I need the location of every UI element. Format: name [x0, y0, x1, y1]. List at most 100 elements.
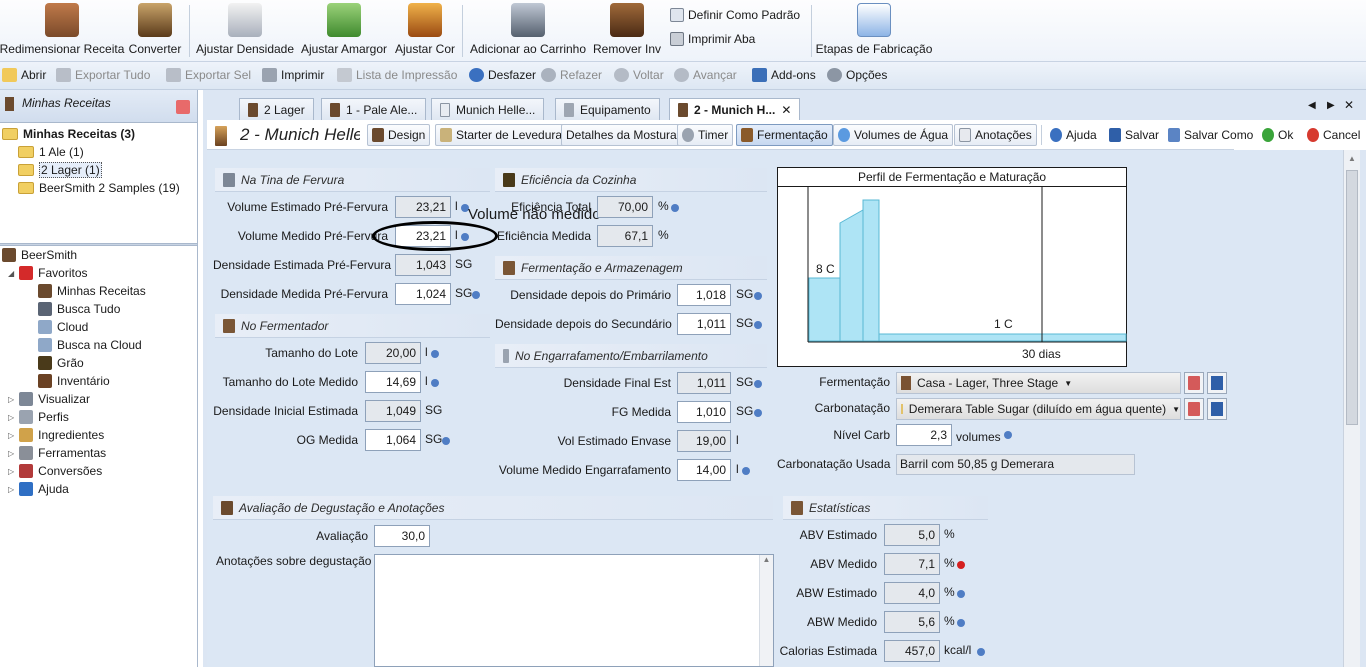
edit-profile-icon[interactable]	[1184, 372, 1204, 394]
info-dot-icon[interactable]	[671, 204, 679, 212]
info-dot-icon[interactable]	[754, 380, 762, 388]
mash-details-button[interactable]: Detalhes da Mostura	[561, 124, 682, 146]
info-dot-icon[interactable]	[431, 350, 439, 358]
tab-2-lager[interactable]: 2 Lager	[239, 98, 314, 120]
timer-button[interactable]: Timer	[677, 124, 734, 146]
info-dot-icon[interactable]	[754, 409, 762, 417]
rating-field[interactable]: 30,0	[374, 525, 430, 547]
brew-steps-button[interactable]: Etapas de Fabricação	[816, 0, 932, 60]
tree-expander-icon[interactable]: ◢	[8, 269, 14, 278]
redo-button[interactable]: Refazer	[541, 68, 602, 82]
close-all-tabs-icon[interactable]: ✕	[1344, 98, 1354, 112]
tree-expander-icon[interactable]: ▷	[8, 467, 14, 476]
tab-scroll-left-icon[interactable]: ◀	[1308, 100, 1316, 111]
water-volumes-button[interactable]: Volumes de Água	[833, 124, 954, 146]
tree-expander-icon[interactable]: ▷	[8, 485, 14, 494]
info-dot-icon[interactable]	[957, 619, 965, 627]
forward-button[interactable]: Avançar	[674, 68, 737, 82]
scroll-up-icon[interactable]: ▲	[760, 555, 773, 564]
meas-preboil-gravity-field[interactable]: 1,024	[395, 283, 451, 305]
fermentation-button[interactable]: Fermentação	[736, 124, 833, 146]
secondary-gravity-field[interactable]: 1,011	[677, 313, 731, 335]
tree-item-lager[interactable]: 2 Lager (1)	[18, 161, 102, 179]
info-dot-icon[interactable]	[977, 648, 985, 656]
scroll-thumb[interactable]	[1346, 170, 1358, 425]
tab-scroll-right-icon[interactable]: ▶	[1327, 100, 1335, 111]
content-scrollbar[interactable]: ▲	[1343, 150, 1360, 667]
print-button[interactable]: Imprimir	[262, 68, 324, 82]
nav-item[interactable]: ▷ Conversões	[8, 462, 102, 480]
add-to-cart-button[interactable]: Adicionar ao Carrinho	[469, 0, 587, 60]
carbonation-select[interactable]: Demerara Table Sugar (diluído em água qu…	[896, 398, 1181, 420]
save-button[interactable]: Salvar	[1104, 124, 1164, 146]
tree-item-my-recipes[interactable]: Minhas Receitas (3)	[2, 125, 135, 143]
tab-munich-helles[interactable]: Munich Helle...	[431, 98, 545, 120]
resize-recipe-button[interactable]: Redimensionar Receita	[0, 0, 124, 60]
tab-munich-helles-active[interactable]: 2 - Munich H... ✕	[669, 98, 801, 120]
close-tab-icon[interactable]: ✕	[781, 103, 791, 117]
tab-equipment[interactable]: Equipamento	[555, 98, 660, 120]
open-button[interactable]: Abrir	[2, 68, 46, 82]
scroll-up-icon[interactable]: ▲	[1344, 154, 1360, 163]
export-selected-button[interactable]: Exportar Sel	[166, 68, 251, 82]
carb-level-field[interactable]: 2,3	[896, 424, 952, 446]
meas-og-field[interactable]: 1,064	[365, 429, 421, 451]
tree-expander-icon[interactable]: ▷	[8, 449, 14, 458]
info-dot-icon[interactable]	[754, 321, 762, 329]
options-button[interactable]: Opções	[827, 68, 887, 82]
cancel-button[interactable]: Cancel	[1302, 124, 1365, 146]
nav-item[interactable]: Busca na Cloud	[38, 336, 142, 354]
convert-button[interactable]: Converter	[127, 0, 183, 60]
nav-item[interactable]: Cloud	[38, 318, 88, 336]
save-profile-icon[interactable]	[1207, 372, 1227, 394]
nav-item[interactable]: Inventário	[38, 372, 110, 390]
print-list-button[interactable]: Lista de Impressão	[337, 68, 457, 82]
nav-item[interactable]: ◢ Favoritos	[8, 264, 88, 282]
addons-button[interactable]: Add-ons	[752, 68, 816, 82]
tab-pale-ale[interactable]: 1 - Pale Ale...	[321, 98, 427, 120]
meas-fg-field[interactable]: 1,010	[677, 401, 731, 423]
set-default-button[interactable]: Definir Como Padrão	[670, 8, 800, 22]
edit-carbonation-icon[interactable]	[1184, 398, 1204, 420]
nav-item[interactable]: ▷ Perfis	[8, 408, 69, 426]
warning-dot-icon[interactable]	[957, 561, 965, 569]
export-all-button[interactable]: Exportar Tudo	[56, 68, 150, 82]
save-as-button[interactable]: Salvar Como	[1163, 124, 1258, 146]
adjust-color-button[interactable]: Ajustar Cor	[394, 0, 456, 60]
info-dot-icon[interactable]	[442, 437, 450, 445]
notes-button[interactable]: Anotações	[954, 124, 1037, 146]
primary-gravity-field[interactable]: 1,018	[677, 284, 731, 306]
adjust-bitterness-button[interactable]: Ajustar Amargor	[299, 0, 389, 60]
nav-item[interactable]: BeerSmith	[2, 246, 77, 264]
tree-item-ale[interactable]: 1 Ale (1)	[18, 143, 84, 161]
nav-item[interactable]: Grão	[38, 354, 84, 372]
yeast-starter-button[interactable]: Starter de Levedura	[435, 124, 568, 146]
info-dot-icon[interactable]	[754, 292, 762, 300]
close-pane-icon[interactable]	[176, 100, 190, 114]
meas-bottling-volume-field[interactable]: 14,00	[677, 459, 731, 481]
tree-item-samples[interactable]: BeerSmith 2 Samples (19)	[18, 179, 180, 197]
info-dot-icon[interactable]	[431, 379, 439, 387]
save-carbonation-icon[interactable]	[1207, 398, 1227, 420]
tasting-notes-textarea[interactable]: ▲	[374, 554, 774, 667]
nav-item[interactable]: Minhas Receitas	[38, 282, 146, 300]
nav-item[interactable]: ▷ Ferramentas	[8, 444, 106, 462]
info-dot-icon[interactable]	[957, 590, 965, 598]
help-button[interactable]: Ajuda	[1045, 124, 1102, 146]
nav-item[interactable]: ▷ Ajuda	[8, 480, 69, 498]
nav-item[interactable]: ▷ Ingredientes	[8, 426, 104, 444]
tree-expander-icon[interactable]: ▷	[8, 395, 14, 404]
info-dot-icon[interactable]	[742, 467, 750, 475]
tree-expander-icon[interactable]: ▷	[8, 431, 14, 440]
nav-item[interactable]: ▷ Visualizar	[8, 390, 90, 408]
meas-batch-size-field[interactable]: 14,69	[365, 371, 421, 393]
adjust-gravity-button[interactable]: Ajustar Densidade	[196, 0, 294, 60]
fermentation-profile-select[interactable]: Casa - Lager, Three Stage ▼	[896, 372, 1181, 394]
tree-expander-icon[interactable]: ▷	[8, 413, 14, 422]
print-tab-button[interactable]: Imprimir Aba	[670, 32, 755, 46]
undo-button[interactable]: Desfazer	[469, 68, 536, 82]
remove-inventory-button[interactable]: Remover Inv	[592, 0, 662, 60]
info-dot-icon[interactable]	[1004, 431, 1012, 439]
notes-scrollbar[interactable]: ▲	[759, 555, 773, 666]
info-dot-icon[interactable]	[472, 291, 480, 299]
